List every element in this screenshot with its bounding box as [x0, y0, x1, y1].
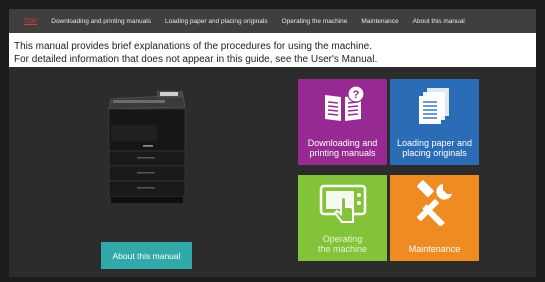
intro-text: This manual provides brief explanations … — [14, 40, 377, 66]
tile-label: Downloading and printing manuals — [307, 138, 378, 158]
printer-image — [108, 91, 186, 203]
intro-line-2: For detailed information that does not a… — [14, 54, 378, 65]
nav-operating-machine[interactable]: Operating the machine — [282, 18, 348, 25]
intro-line-1: This manual provides brief explanations … — [14, 41, 372, 52]
nav-maintenance[interactable]: Maintenance — [361, 18, 398, 25]
tile-label: Loading paper and placing originals — [396, 138, 473, 158]
tile-loading-paper-placing-originals[interactable]: Loading paper and placing originals — [390, 79, 479, 165]
book-question-icon: ? — [324, 85, 365, 121]
nav-loading-paper-placing-originals[interactable]: Loading paper and placing originals — [165, 18, 268, 25]
top-navigation: TOP Downloading and printing manuals Loa… — [9, 9, 536, 33]
tile-label: Maintenance — [408, 244, 461, 254]
tile-maintenance[interactable]: Maintenance — [390, 175, 479, 261]
manual-screen: TOP Downloading and printing manuals Loa… — [9, 9, 536, 277]
nav-top[interactable]: TOP — [24, 18, 37, 25]
svg-text:?: ? — [352, 89, 359, 101]
tile-label: Operating the machine — [317, 234, 368, 254]
paper-stack-icon — [418, 88, 449, 124]
touch-panel-icon — [319, 184, 366, 223]
nav-about-manual[interactable]: About this manual — [413, 18, 465, 25]
content-area: About this manual ? Downloading and prin… — [9, 67, 536, 277]
tile-operating-the-machine[interactable]: Operating the machine — [298, 175, 387, 261]
nav-downloading-printing-manuals[interactable]: Downloading and printing manuals — [51, 18, 151, 25]
wrench-hammer-icon — [416, 180, 452, 226]
tile-downloading-printing-manuals[interactable]: ? Downloading and printing manuals — [298, 79, 387, 165]
about-this-manual-button[interactable]: About this manual — [101, 242, 192, 269]
